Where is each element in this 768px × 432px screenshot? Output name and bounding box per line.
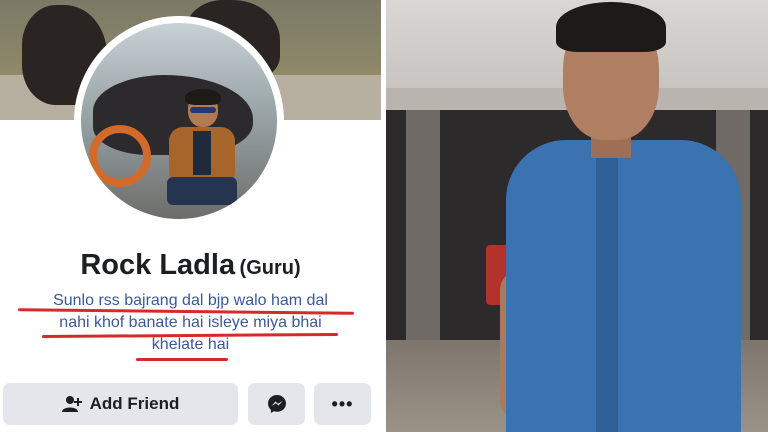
bio-line-3: khelate hai [151,336,230,353]
facebook-profile-panel: Rock Ladla (Guru) Sunlo rss bajrang dal … [0,0,381,432]
messenger-button[interactable] [248,383,305,425]
add-friend-button[interactable]: Add Friend [3,383,238,425]
photo-hair [556,2,666,52]
more-options-button[interactable]: ••• [314,383,371,425]
photo-shirt-placket [596,150,618,432]
photo-blue-shirt [506,140,741,432]
photo-pillar-left [406,110,440,350]
person-photo [386,0,768,432]
more-icon: ••• [331,393,354,414]
avatar-wheel [89,125,151,187]
profile-bio: Sunlo rss bajrang dal bjp walo ham dal n… [0,290,381,356]
bio-underline-3 [136,358,228,361]
add-friend-icon [61,395,82,413]
add-friend-label: Add Friend [89,394,180,413]
messenger-icon [267,394,287,414]
profile-name-main: Rock Ladla [80,249,236,281]
profile-alt-name: (Guru) [239,257,301,279]
avatar[interactable] [81,23,277,219]
profile-name: Rock Ladla (Guru) [0,249,381,282]
avatar-person [163,89,241,205]
bio-line-2: nahi khof banate hai isleye miya bhai [59,314,322,331]
